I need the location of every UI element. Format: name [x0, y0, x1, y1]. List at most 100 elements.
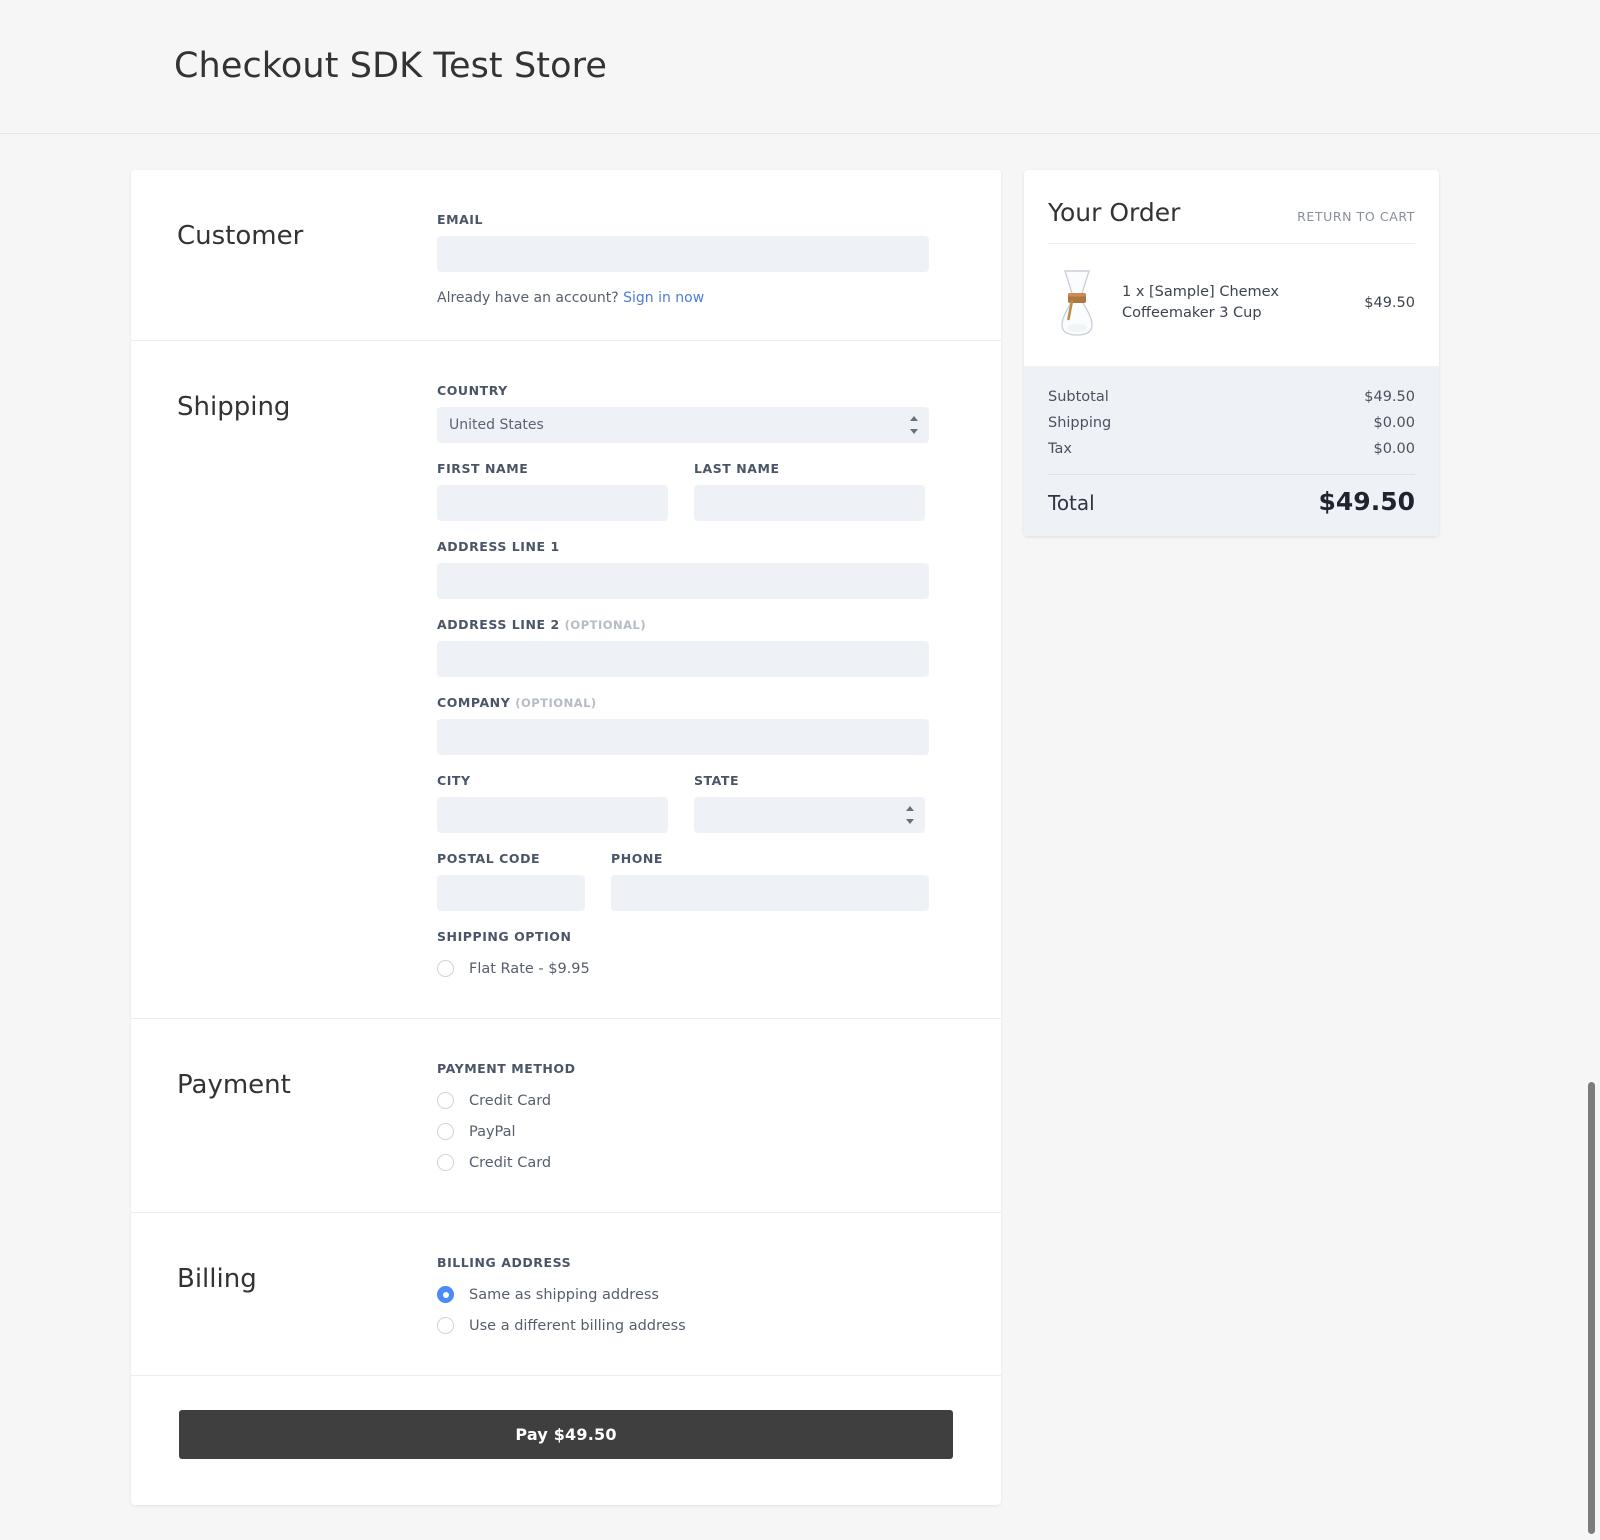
billing-same-as-shipping[interactable]: Same as shipping address [437, 1279, 929, 1310]
shipping-option-flat-rate[interactable]: Flat Rate - $9.95 [437, 953, 929, 984]
sign-in-link[interactable]: Sign in now [623, 290, 704, 306]
shipping-option-list: Flat Rate - $9.95 [437, 953, 929, 984]
company-input[interactable] [437, 719, 929, 755]
radio-icon [437, 1092, 454, 1109]
address-line-2-label: ADDRESS LINE 2 (OPTIONAL) [437, 617, 929, 632]
pay-area: Pay $49.50 [131, 1375, 1001, 1505]
checkout-column: Customer EMAIL Already have an account? … [131, 170, 1001, 1505]
phone-input[interactable] [611, 875, 929, 911]
address1-field-group: ADDRESS LINE 1 [437, 539, 929, 599]
payment-method-credit-card-2[interactable]: Credit Card [437, 1147, 929, 1178]
shipping-option-group: SHIPPING OPTION Flat Rate - $9.95 [437, 929, 929, 984]
page-title: Checkout SDK Test Store [174, 49, 607, 84]
company-label: COMPANY (OPTIONAL) [437, 695, 929, 710]
shipping-total-label: Shipping [1048, 415, 1111, 431]
order-summary-card: Your Order RETURN TO CART 1 x [Sample] C… [1024, 170, 1439, 536]
billing-different-address-label: Use a different billing address [469, 1318, 686, 1334]
company-field-group: COMPANY (OPTIONAL) [437, 695, 929, 755]
payment-method-credit-card-1-label: Credit Card [469, 1093, 551, 1109]
city-state-row: CITY STATE [437, 773, 929, 851]
country-select-wrapper [437, 407, 929, 443]
grand-total-row: Total $49.50 [1048, 481, 1415, 516]
country-field-group: COUNTRY [437, 383, 929, 443]
address-line-2-input[interactable] [437, 641, 929, 677]
email-input[interactable] [437, 236, 929, 272]
radio-icon [437, 1317, 454, 1334]
return-to-cart-link[interactable]: RETURN TO CART [1297, 209, 1415, 224]
shipping-title-column: Shipping [177, 341, 437, 1018]
billing-heading: Billing [177, 1265, 437, 1294]
company-optional-tag: (OPTIONAL) [515, 696, 596, 710]
name-row: FIRST NAME LAST NAME [437, 461, 929, 539]
state-field-group: STATE [694, 773, 925, 833]
grand-total-value: $49.50 [1319, 487, 1415, 516]
subtotal-value: $49.50 [1364, 389, 1415, 405]
billing-same-as-shipping-label: Same as shipping address [469, 1287, 659, 1303]
city-label: CITY [437, 773, 668, 788]
payment-method-group: PAYMENT METHOD Credit Card PayPal [437, 1061, 929, 1178]
payment-method-paypal-label: PayPal [469, 1124, 516, 1140]
page-scrollbar[interactable] [1586, 0, 1597, 1540]
last-name-label: LAST NAME [694, 461, 925, 476]
address-line-2-optional-tag: (OPTIONAL) [565, 618, 646, 632]
billing-title-column: Billing [177, 1213, 437, 1375]
state-select[interactable] [694, 797, 925, 833]
tax-value: $0.00 [1373, 441, 1415, 457]
address-line-1-label: ADDRESS LINE 1 [437, 539, 929, 554]
customer-body: EMAIL Already have an account? Sign in n… [437, 170, 929, 340]
email-label: EMAIL [437, 212, 929, 227]
postal-code-label: POSTAL CODE [437, 851, 585, 866]
subtotal-row: Subtotal $49.50 [1048, 384, 1415, 410]
shipping-total-row: Shipping $0.00 [1048, 410, 1415, 436]
city-input[interactable] [437, 797, 668, 833]
customer-title-column: Customer [177, 170, 437, 340]
section-payment: Payment PAYMENT METHOD Credit Card [131, 1018, 1001, 1212]
city-field-group: CITY [437, 773, 668, 833]
chemex-coffeemaker-image [1048, 266, 1106, 340]
payment-title-column: Payment [177, 1019, 437, 1212]
pay-button[interactable]: Pay $49.50 [179, 1410, 953, 1459]
company-label-text: COMPANY [437, 695, 510, 710]
checkout-page: Customer EMAIL Already have an account? … [0, 134, 1600, 1505]
billing-different-address[interactable]: Use a different billing address [437, 1310, 929, 1341]
first-name-field-group: FIRST NAME [437, 461, 668, 521]
billing-address-label: BILLING ADDRESS [437, 1255, 929, 1270]
tax-row: Tax $0.00 [1048, 436, 1415, 462]
payment-method-paypal[interactable]: PayPal [437, 1116, 929, 1147]
billing-address-group: BILLING ADDRESS Same as shipping address… [437, 1255, 929, 1341]
order-line-item: 1 x [Sample] Chemex Coffeemaker 3 Cup $4… [1024, 244, 1439, 366]
page-scrollbar-thumb[interactable] [1588, 1082, 1595, 1534]
payment-method-list: Credit Card PayPal Credit Card [437, 1085, 929, 1178]
postal-phone-row: POSTAL CODE PHONE [437, 851, 929, 929]
shipping-heading: Shipping [177, 393, 437, 422]
grand-total-label: Total [1048, 491, 1095, 515]
country-select[interactable] [437, 407, 929, 443]
postal-code-input[interactable] [437, 875, 585, 911]
first-name-label: FIRST NAME [437, 461, 668, 476]
checkout-card: Customer EMAIL Already have an account? … [131, 170, 1001, 1505]
address-line-2-label-text: ADDRESS LINE 2 [437, 617, 560, 632]
section-customer: Customer EMAIL Already have an account? … [131, 170, 1001, 340]
shipping-total-value: $0.00 [1373, 415, 1415, 431]
address-line-1-input[interactable] [437, 563, 929, 599]
section-shipping: Shipping COUNTRY FIR [131, 340, 1001, 1018]
address2-field-group: ADDRESS LINE 2 (OPTIONAL) [437, 617, 929, 677]
shipping-body: COUNTRY FIRST NAME [437, 341, 929, 1018]
billing-address-list: Same as shipping address Use a different… [437, 1279, 929, 1341]
last-name-input[interactable] [694, 485, 925, 521]
order-totals: Subtotal $49.50 Shipping $0.00 Tax $0.00… [1024, 366, 1439, 536]
postal-code-field-group: POSTAL CODE [437, 851, 585, 911]
phone-field-group: PHONE [611, 851, 929, 911]
radio-selected-icon [437, 1286, 454, 1303]
radio-icon [437, 960, 454, 977]
totals-divider [1048, 474, 1415, 475]
radio-icon [437, 1154, 454, 1171]
order-column: Your Order RETURN TO CART 1 x [Sample] C… [1024, 170, 1439, 536]
state-label: STATE [694, 773, 925, 788]
shipping-option-flat-rate-label: Flat Rate - $9.95 [469, 961, 590, 977]
country-label: COUNTRY [437, 383, 929, 398]
last-name-field-group: LAST NAME [694, 461, 925, 521]
payment-method-credit-card-1[interactable]: Credit Card [437, 1085, 929, 1116]
shipping-option-label: SHIPPING OPTION [437, 929, 929, 944]
first-name-input[interactable] [437, 485, 668, 521]
